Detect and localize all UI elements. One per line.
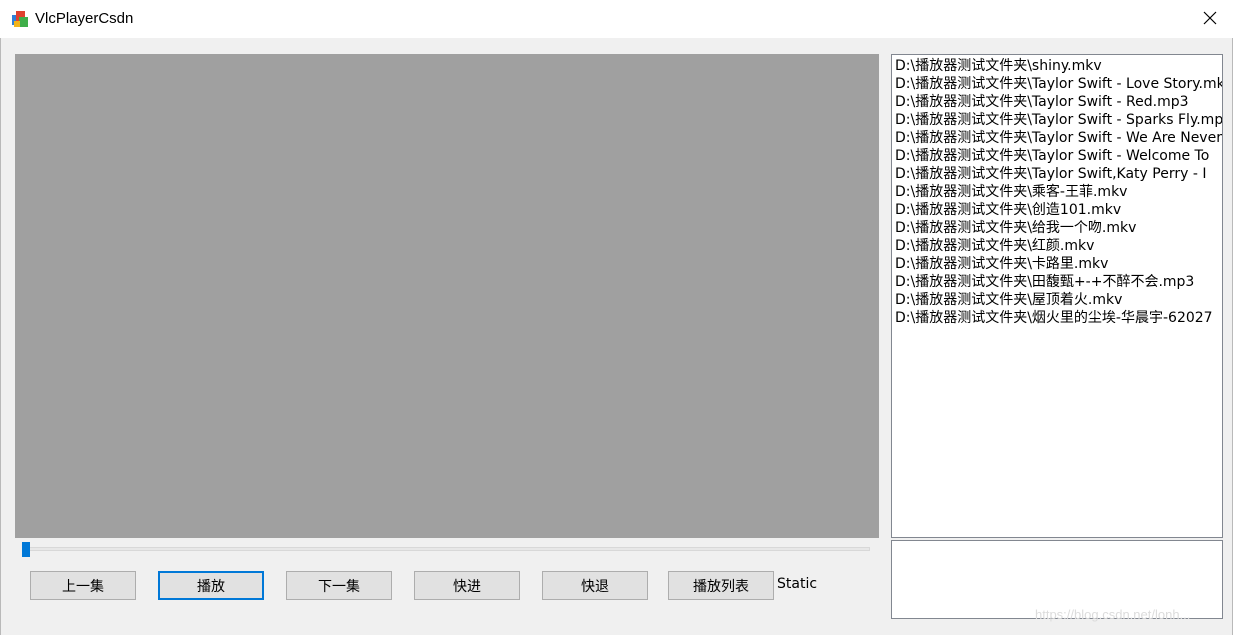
playlist-item[interactable]: D:\播放器测试文件夹\创造101.mkv bbox=[892, 201, 1222, 219]
playlist-item[interactable]: D:\播放器测试文件夹\shiny.mkv bbox=[892, 57, 1222, 75]
close-button[interactable] bbox=[1187, 0, 1233, 38]
playlist-item[interactable]: D:\播放器测试文件夹\Taylor Swift - Red.mp3 bbox=[892, 93, 1222, 111]
static-label: Static bbox=[777, 576, 818, 592]
playlist-item[interactable]: D:\播放器测试文件夹\乘客-王菲.mkv bbox=[892, 183, 1222, 201]
fast-forward-button[interactable]: 快进 bbox=[414, 571, 520, 600]
previous-episode-button[interactable]: 上一集 bbox=[30, 571, 136, 600]
playlist-item[interactable]: D:\播放器测试文件夹\Taylor Swift - Love Story.mk… bbox=[892, 75, 1222, 93]
window-title: VlcPlayerCsdn bbox=[35, 10, 134, 27]
playlist-item[interactable]: D:\播放器测试文件夹\红颜.mkv bbox=[892, 237, 1222, 255]
play-button[interactable]: 播放 bbox=[158, 571, 264, 600]
app-icon bbox=[10, 9, 30, 29]
playlist-items: D:\播放器测试文件夹\shiny.mkv D:\播放器测试文件夹\Taylor… bbox=[892, 55, 1222, 327]
playlist-item[interactable]: D:\播放器测试文件夹\给我一个吻.mkv bbox=[892, 219, 1222, 237]
window-frame-left bbox=[0, 0, 1, 635]
playlist-item[interactable]: D:\播放器测试文件夹\卡路里.mkv bbox=[892, 255, 1222, 273]
rewind-button[interactable]: 快退 bbox=[542, 571, 648, 600]
title-bar: VlcPlayerCsdn bbox=[0, 0, 1233, 38]
playlist-item[interactable]: D:\播放器测试文件夹\屋顶着火.mkv bbox=[892, 291, 1222, 309]
watermark-text: https://blog.csdn.net/lonh... bbox=[1035, 607, 1191, 622]
playlist-item[interactable]: D:\播放器测试文件夹\Taylor Swift,Katy Perry - I bbox=[892, 165, 1222, 183]
video-display[interactable] bbox=[15, 54, 879, 538]
playlist-listbox[interactable]: D:\播放器测试文件夹\shiny.mkv D:\播放器测试文件夹\Taylor… bbox=[891, 54, 1223, 538]
playlist-item[interactable]: D:\播放器测试文件夹\田馥甄+-+不醉不会.mp3 bbox=[892, 273, 1222, 291]
progress-slider-track[interactable] bbox=[23, 547, 870, 551]
playlist-item[interactable]: D:\播放器测试文件夹\Taylor Swift - Sparks Fly.mp… bbox=[892, 111, 1222, 129]
progress-slider-thumb[interactable] bbox=[22, 542, 30, 557]
playlist-item[interactable]: D:\播放器测试文件夹\烟火里的尘埃-华晨宇-62027 bbox=[892, 309, 1222, 327]
playlist-item[interactable]: D:\播放器测试文件夹\Taylor Swift - Welcome To bbox=[892, 147, 1222, 165]
playlist-item[interactable]: D:\播放器测试文件夹\Taylor Swift - We Are Never bbox=[892, 129, 1222, 147]
close-icon bbox=[1203, 10, 1217, 29]
playlist-button[interactable]: 播放列表 bbox=[668, 571, 774, 600]
next-episode-button[interactable]: 下一集 bbox=[286, 571, 392, 600]
